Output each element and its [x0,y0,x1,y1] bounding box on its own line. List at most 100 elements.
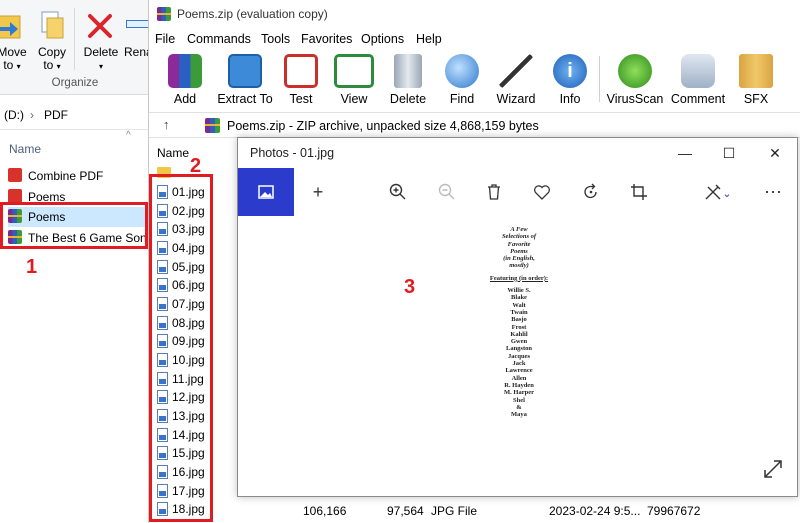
sfx-label: SFX [743,92,769,106]
doc-author: M. Harper [504,389,534,397]
add-button[interactable]: + [298,168,338,216]
copy-to-button[interactable]: Copy to ▾ [34,6,70,74]
move-to-button[interactable]: Move to ▾ [0,6,30,74]
plus-icon: + [312,182,324,202]
photo-document-image: A Few Selections of Favorite Poems (in E… [484,226,554,418]
test-clipboard-icon [284,54,318,88]
winrar-detail-row[interactable]: 106,166 97,564 JPG File 2023-02-24 9:5..… [149,498,800,523]
address-drive[interactable]: (D:) [4,108,24,122]
menu-favorites[interactable]: Favorites [301,32,352,46]
move-to-label-2: to [3,58,14,72]
close-button[interactable]: ✕ [760,142,790,164]
file-explorer-window: Move to ▾ Copy to ▾ Delete ▾ Rena Organize … [0,0,160,523]
zoom-out-icon [438,183,455,200]
winrar-app-icon [157,7,171,21]
winrar-menu-bar: File Commands Tools Favorites Options He… [149,28,800,50]
file-size: 106,166 [303,504,347,518]
zoom-out-button[interactable] [427,168,467,216]
sort-chevron-icon[interactable]: ^ [126,130,131,141]
doc-author: Walt [512,301,526,309]
virusscan-button[interactable]: VirusScan [605,54,665,108]
add-archive-icon [168,54,202,88]
winrar-path-bar: ↑ Poems.zip - ZIP archive, unpacked size… [149,112,800,138]
view-image-button[interactable] [238,168,294,216]
extract-folder-icon [228,54,262,88]
close-x-delete-icon [88,14,112,38]
photos-app-window: Photos - 01.jpg — ☐ ✕ + ⌄ ⋯ A Few Select… [237,137,798,497]
explorer-list-item[interactable]: Combine PDF [8,166,146,186]
dropdown-arrow-icon: ▾ [56,62,61,71]
more-dots-icon: ⋯ [764,182,782,202]
breadcrumb-chevron-icon: › [30,108,34,122]
annotation-number-1: 1 [26,256,38,278]
rename-icon [126,20,150,28]
doc-line: (in English, [503,255,535,263]
dropdown-arrow-icon: ▾ [16,62,21,71]
dropdown-arrow-icon: ▾ [98,62,103,71]
doc-author: Kahlil [510,330,528,338]
wand-icon [499,54,533,88]
winrar-title: Poems.zip (evaluation copy) [177,7,328,21]
winrar-toolbar: Add Extract To Test View Delete Find Wiz… [149,50,800,110]
doc-line: Poems [510,247,528,255]
menu-commands[interactable]: Commands [187,32,251,46]
doc-line: Selections of [501,233,537,241]
copy-to-label-2: to [43,58,54,72]
file-type: JPG File [431,504,478,518]
doc-line: mostly) [509,262,529,270]
doc-featuring-heading: Featuring (in order): [489,274,549,282]
delete-button[interactable]: Delete ▾ [80,6,122,74]
doc-author: & [516,403,522,411]
file-packed-size: 97,564 [387,504,424,518]
explorer-ribbon: Move to ▾ Copy to ▾ Delete ▾ Rena Organize [0,0,160,95]
copy-to-label: Copy [37,45,66,59]
delete-label: Delete [83,45,119,59]
photos-toolbar: + ⌄ ⋯ [238,168,797,216]
trash-icon [394,54,422,88]
edit-tools-icon [705,184,721,200]
winrar-name-column-header[interactable]: Name [157,146,189,160]
winrar-title-bar: Poems.zip (evaluation copy) [149,0,800,28]
trash-icon [488,184,500,200]
comment-icon [681,54,715,88]
doc-author: Maya [511,411,527,419]
doc-author: Gwen [510,338,528,346]
fullscreen-expand-icon[interactable] [763,459,783,484]
explorer-address-bar[interactable]: (D:) › PDF [0,96,160,130]
doc-author: R. Hayden [504,381,534,389]
file-crc: 79967672 [647,504,701,518]
explorer-name-column-header[interactable]: Name [9,142,41,156]
delete-photo-button[interactable] [474,168,514,216]
explorer-item-label: Combine PDF [28,169,104,183]
menu-options[interactable]: Options [361,32,404,46]
info-button[interactable]: i Info [540,54,600,108]
rotate-button[interactable] [571,168,611,216]
copy-to-icon [41,11,64,39]
magnifier-icon [445,54,479,88]
annotation-box-2 [149,174,213,522]
sfx-button[interactable]: SFX [726,54,786,108]
favorite-button[interactable] [522,168,562,216]
doc-author: Basjo [511,316,527,324]
zoom-in-button[interactable] [378,168,418,216]
doc-author: Jack [512,360,526,368]
address-folder[interactable]: PDF [44,108,68,122]
maximize-button[interactable]: ☐ [714,142,744,164]
zip-archive-icon [205,118,220,133]
crop-icon [631,184,647,200]
up-arrow-icon[interactable]: ↑ [163,117,170,132]
crop-button[interactable] [619,168,659,216]
menu-tools[interactable]: Tools [261,32,290,46]
menu-help[interactable]: Help [416,32,442,46]
minimize-button[interactable]: — [670,142,700,164]
edit-enhance-button[interactable]: ⌄ [694,168,742,216]
ribbon-divider [74,8,75,70]
doc-author-list: Willie S. Blake Walt Twain Basjo Frost K… [484,287,554,418]
info-icon: i [553,54,587,88]
doc-author: Jacques [507,352,531,360]
sfx-box-icon [739,54,773,88]
more-options-button[interactable]: ⋯ [753,168,793,216]
menu-file[interactable]: File [155,32,175,46]
annotation-number-2: 2 [190,155,202,177]
doc-author: Willie S. [507,287,531,295]
